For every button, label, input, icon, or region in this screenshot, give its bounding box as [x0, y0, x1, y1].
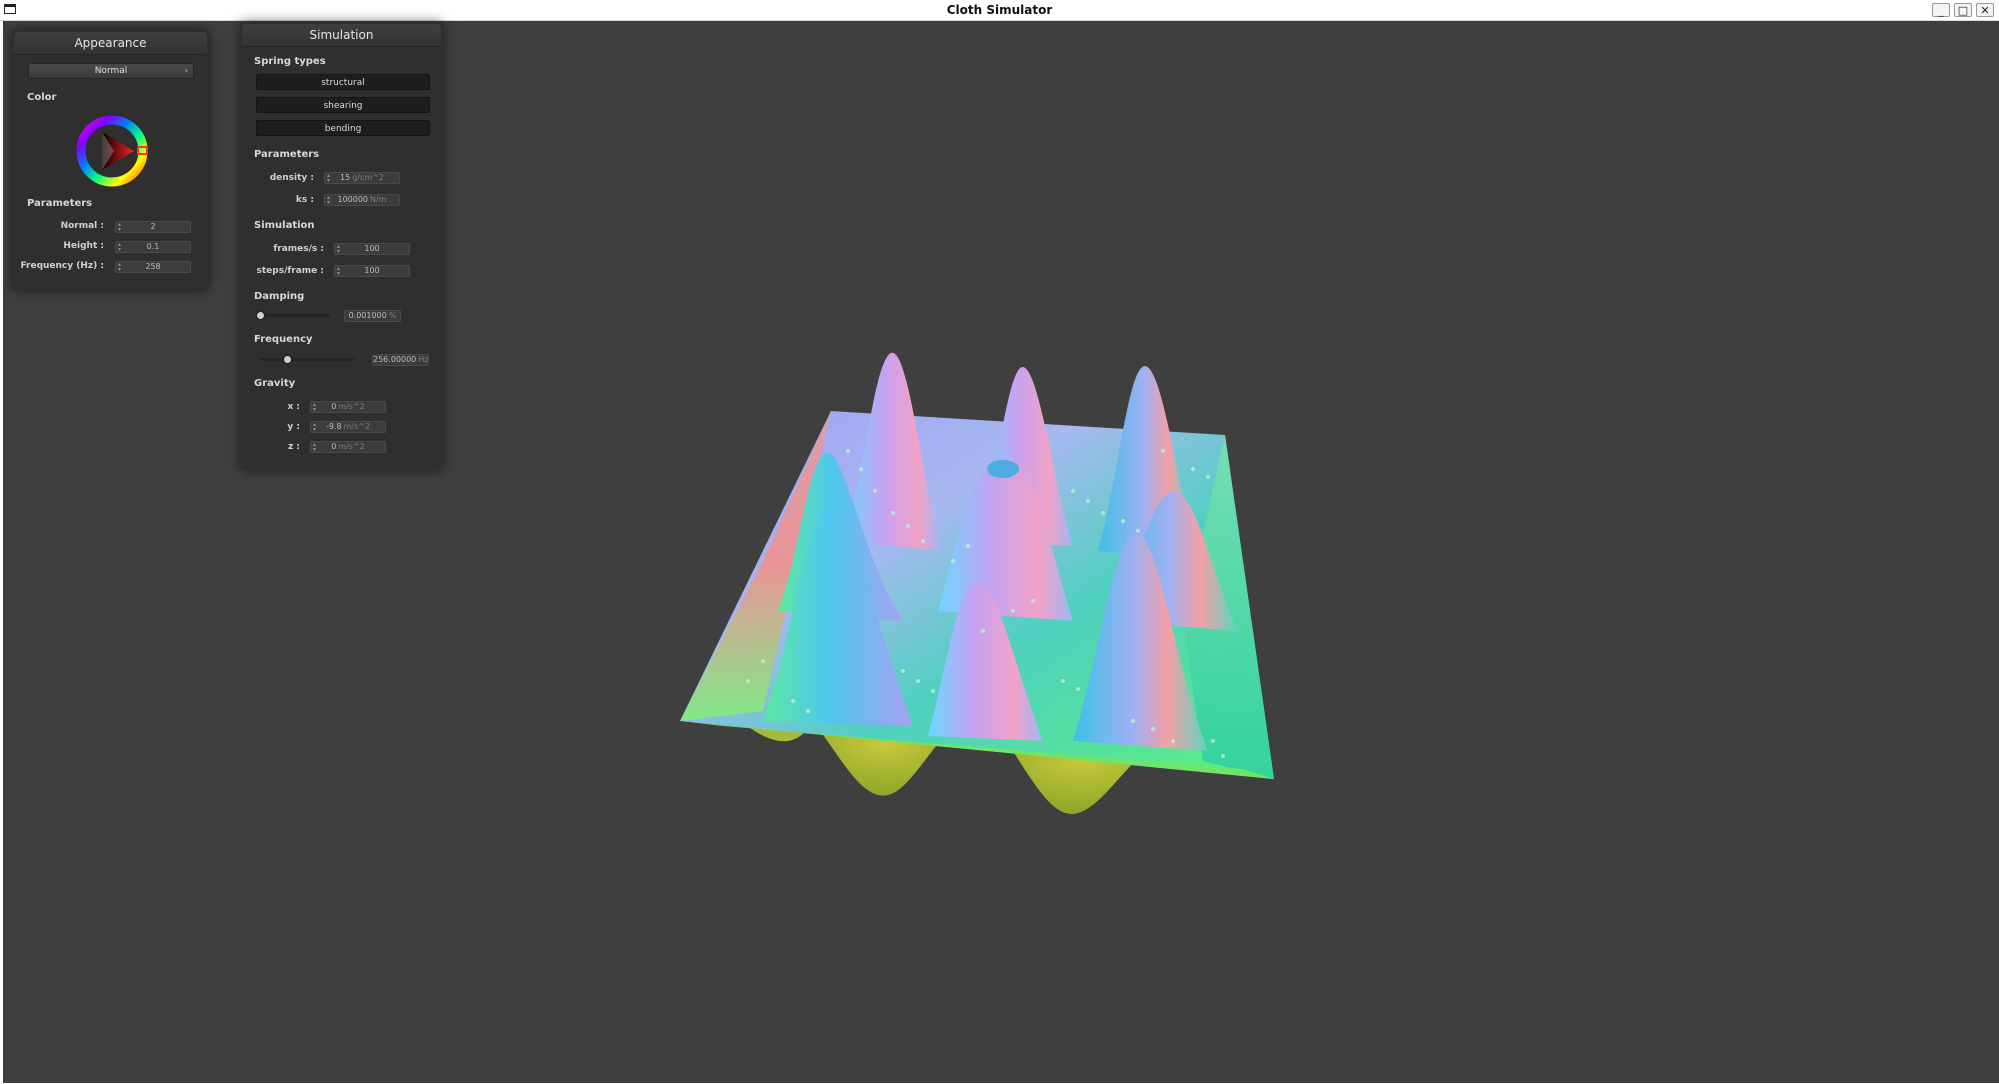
- frequency-section-label: Frequency: [254, 334, 313, 345]
- color-section-label: Color: [27, 92, 57, 103]
- frequency-value: 258: [145, 262, 161, 271]
- spinner-icon[interactable]: ▴ ▾: [118, 262, 121, 273]
- simulation-section-label: Simulation: [254, 220, 315, 231]
- ks-unit: N/m: [370, 195, 387, 204]
- height-value: 0.1: [146, 242, 160, 251]
- minimize-button[interactable]: _: [1932, 3, 1950, 17]
- steps-per-frame-input[interactable]: ▴ ▾ 100: [334, 265, 410, 277]
- appearance-panel-title: Appearance: [14, 32, 207, 55]
- damping-value: 0.001000: [348, 311, 387, 320]
- gravity-z-unit: m/s^2: [338, 442, 365, 451]
- color-wheel[interactable]: [74, 112, 156, 194]
- gravity-y-unit: m/s^2: [343, 422, 371, 431]
- window-titlebar: Cloth Simulator _ □ ✕: [0, 0, 1999, 21]
- fps-input[interactable]: ▴ ▾ 100: [334, 243, 410, 255]
- frequency-label: Frequency (Hz) :: [20, 261, 104, 271]
- sim-frequency-value: 256.00000: [373, 355, 417, 364]
- normal-value: 2: [150, 222, 156, 231]
- spinner-icon[interactable]: ▴ ▾: [313, 402, 316, 413]
- density-input[interactable]: ▴ ▾ 15 g/cm^2: [324, 172, 400, 184]
- window-title: Cloth Simulator: [946, 3, 1053, 17]
- spinner-icon[interactable]: ▴ ▾: [337, 244, 340, 255]
- fps-value: 100: [364, 244, 380, 253]
- density-label: density :: [269, 173, 314, 183]
- ks-input[interactable]: ▴ ▾ 100000 N/m: [324, 194, 400, 206]
- damping-unit: %: [388, 311, 397, 320]
- frequency-input[interactable]: ▴ ▾ 258: [115, 261, 191, 273]
- sim-frequency-input[interactable]: 256.00000 Hz: [372, 354, 429, 366]
- bending-button[interactable]: bending: [256, 120, 430, 136]
- gravity-z-value: 0: [331, 442, 337, 451]
- normal-input[interactable]: ▴ ▾ 2: [115, 221, 191, 233]
- spinner-icon[interactable]: ▴ ▾: [313, 422, 316, 433]
- sim-params-label: Parameters: [254, 149, 320, 160]
- gravity-y-value: -9.8: [325, 422, 342, 431]
- damping-slider-handle[interactable]: [257, 312, 264, 319]
- gravity-x-unit: m/s^2: [338, 402, 365, 411]
- gravity-x-value: 0: [331, 402, 337, 411]
- gravity-y-input[interactable]: ▴ ▾ -9.8 m/s^2: [310, 421, 386, 433]
- cloth-peak-crater: [987, 460, 1019, 478]
- height-input[interactable]: ▴ ▾ 0.1: [115, 241, 191, 253]
- spinner-icon[interactable]: ▴ ▾: [118, 242, 121, 253]
- normal-label: Normal :: [60, 221, 104, 231]
- structural-button[interactable]: structural: [256, 74, 430, 90]
- spinner-icon[interactable]: ▴ ▾: [327, 173, 330, 184]
- damping-slider[interactable]: [260, 314, 330, 317]
- shearing-button[interactable]: shearing: [256, 97, 430, 113]
- gravity-z-input[interactable]: ▴ ▾ 0 m/s^2: [310, 441, 386, 453]
- simulation-panel: Simulation Spring types structural shear…: [240, 22, 443, 470]
- density-value: 15: [340, 173, 351, 182]
- close-button[interactable]: ✕: [1976, 3, 1994, 17]
- damping-label: Damping: [254, 291, 305, 302]
- steps-per-frame-label: steps/frame :: [256, 266, 325, 276]
- gravity-z-label: z :: [288, 442, 300, 452]
- spinner-icon[interactable]: ▴ ▾: [118, 222, 121, 233]
- height-label: Height :: [63, 241, 104, 251]
- density-unit: g/cm^2: [352, 173, 384, 182]
- spinner-icon[interactable]: ▴ ▾: [327, 195, 330, 206]
- appearance-params-label: Parameters: [27, 198, 93, 209]
- simulation-panel-title: Simulation: [242, 24, 441, 47]
- gravity-x-label: x :: [287, 402, 300, 412]
- ks-label: ks :: [295, 195, 314, 205]
- appearance-panel: Appearance Normal › Color Parameters Nor…: [12, 30, 209, 290]
- fps-label: frames/s :: [273, 244, 324, 254]
- gravity-label: Gravity: [254, 378, 296, 389]
- gravity-x-input[interactable]: ▴ ▾ 0 m/s^2: [310, 401, 386, 413]
- frequency-slider[interactable]: [260, 358, 355, 361]
- sim-frequency-unit: Hz: [418, 355, 429, 364]
- shader-dropdown[interactable]: Normal ›: [28, 63, 194, 79]
- ks-value: 100000: [337, 195, 369, 204]
- shader-dropdown-value: Normal: [94, 66, 128, 76]
- chevron-right-icon: ›: [184, 66, 188, 75]
- steps-per-frame-value: 100: [364, 266, 380, 275]
- maximize-button[interactable]: □: [1954, 3, 1972, 17]
- spinner-icon[interactable]: ▴ ▾: [337, 266, 340, 277]
- damping-input[interactable]: 0.001000%: [344, 310, 401, 322]
- gravity-y-label: y :: [287, 422, 300, 432]
- frequency-slider-handle[interactable]: [283, 356, 291, 363]
- spring-types-label: Spring types: [254, 56, 326, 67]
- spinner-icon[interactable]: ▴ ▾: [313, 442, 316, 453]
